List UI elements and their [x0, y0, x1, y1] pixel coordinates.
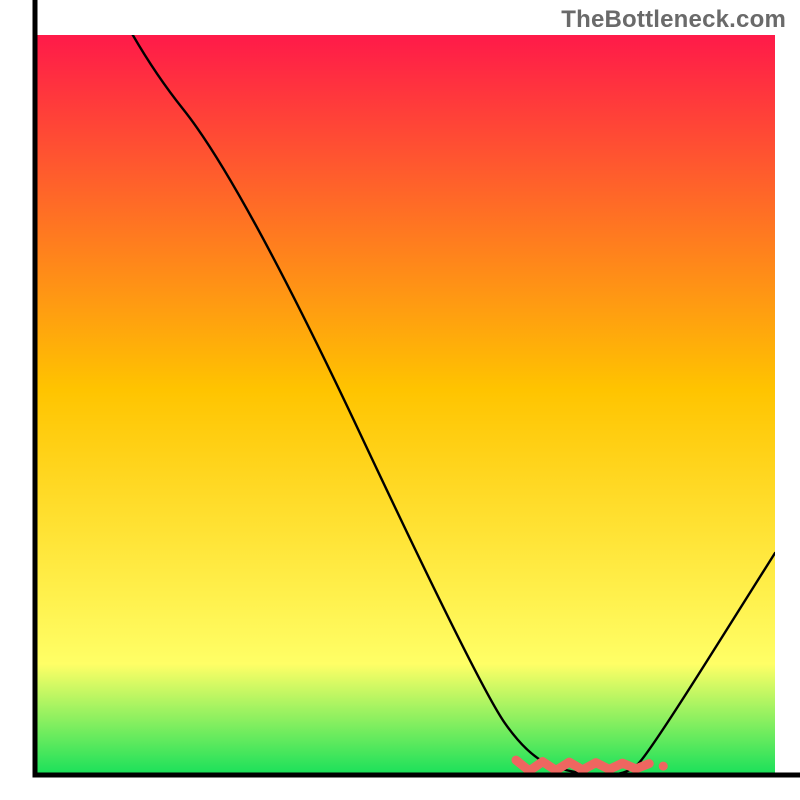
chart-frame: TheBottleneck.com [0,12,28,60,67,74,80,8… — [0, 0, 800, 800]
attribution-watermark: TheBottleneck.com — [561, 6, 786, 34]
heat-gradient-bg — [35, 35, 775, 775]
bottleneck-chart — [0, 0, 800, 800]
